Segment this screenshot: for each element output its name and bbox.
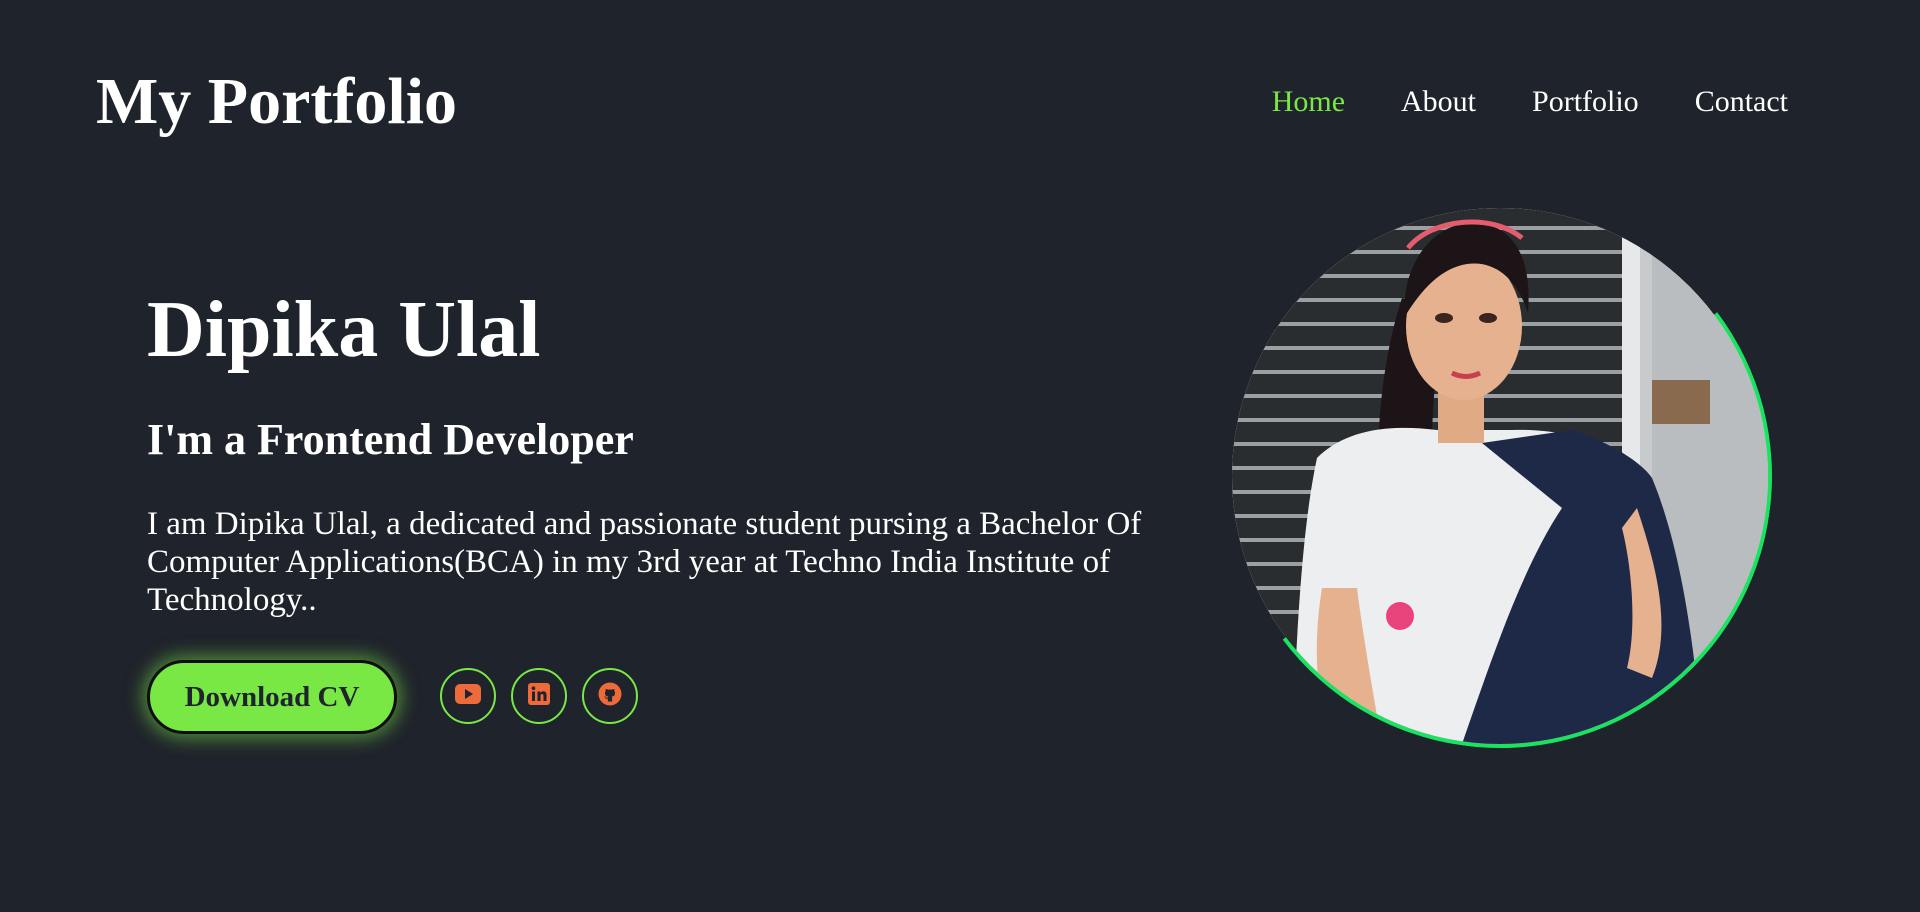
nav-item-about[interactable]: About (1401, 84, 1476, 120)
nav-item-contact[interactable]: Contact (1695, 84, 1788, 120)
hero-description: I am Dipika Ulal, a dedicated and passio… (147, 506, 1142, 618)
download-cv-button[interactable]: Download CV (147, 660, 397, 734)
youtube-link[interactable] (440, 668, 496, 724)
github-link[interactable] (582, 668, 638, 724)
nav-item-home[interactable]: Home (1272, 84, 1345, 120)
main-nav: Home About Portfolio Contact (1272, 84, 1788, 120)
hero-role: I'm a Frontend Developer (147, 415, 634, 464)
profile-photo (1232, 208, 1768, 744)
github-icon (598, 682, 622, 711)
site-logo[interactable]: My Portfolio (96, 64, 457, 140)
linkedin-icon (528, 682, 550, 710)
social-links (440, 668, 638, 724)
linkedin-link[interactable] (511, 668, 567, 724)
hero-name: Dipika Ulal (147, 286, 541, 374)
portfolio-page: My Portfolio Home About Portfolio Contac… (0, 0, 1920, 912)
nav-item-portfolio[interactable]: Portfolio (1532, 84, 1639, 120)
profile-photo-frame (1192, 168, 1808, 784)
youtube-icon (455, 683, 481, 709)
